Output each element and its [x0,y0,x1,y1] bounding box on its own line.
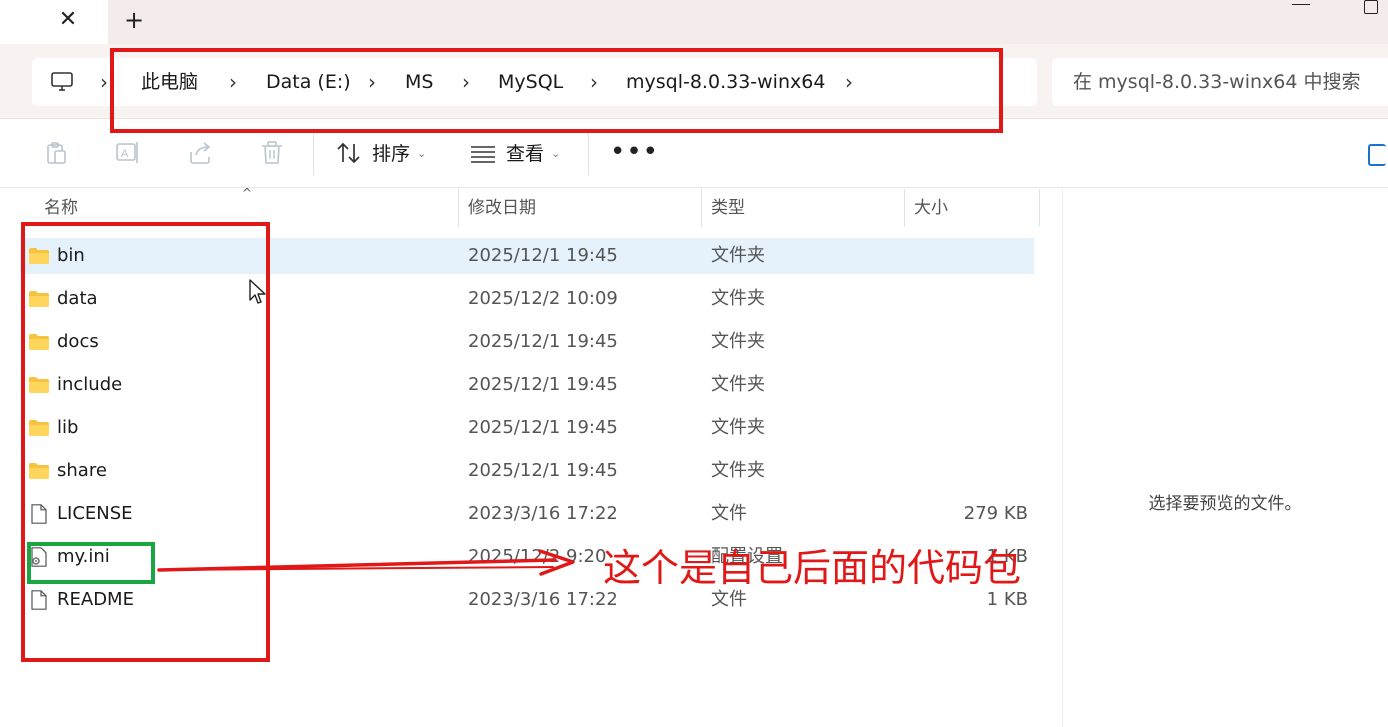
file-size [903,410,1028,446]
column-header-name[interactable]: 名称 [44,196,78,220]
column-divider[interactable] [1039,189,1040,227]
file-type: 文件夹 [711,288,765,309]
view-button[interactable]: 查看 [506,141,544,167]
more-options-button[interactable]: ••• [610,139,658,169]
sort-chevron-down-icon[interactable]: ⌄ [417,141,426,167]
explorer-tab[interactable] [0,0,108,44]
svg-text:A: A [121,148,129,160]
annotation-box-my-ini [27,542,155,584]
file-date: 2023/3/16 17:22 [468,503,618,524]
file-size [903,324,1028,360]
view-chevron-down-icon[interactable]: ⌄ [551,141,560,167]
toolbar-divider [313,133,314,175]
file-size [903,238,1028,274]
file-date: 2023/3/16 17:22 [468,589,618,610]
file-size [903,281,1028,317]
column-divider[interactable] [701,189,702,227]
annotation-box-address [110,48,1003,133]
share-icon[interactable] [187,140,213,166]
sort-ascending-icon: ^ [242,186,253,200]
file-size: 279 KB [963,503,1028,524]
minimize-icon[interactable] [1292,4,1310,9]
file-type: 文件夹 [711,374,765,395]
preview-pane [1062,188,1388,727]
delete-icon[interactable] [259,140,285,166]
file-type: 文件夹 [711,331,765,352]
maximize-icon[interactable] [1364,0,1378,14]
new-tab-icon[interactable]: + [122,8,146,32]
file-date: 2025/12/1 19:45 [468,245,618,266]
mouse-cursor-icon [249,279,266,304]
file-size [903,453,1028,489]
search-input[interactable] [1073,67,1388,97]
column-divider[interactable] [904,189,905,227]
file-date: 2025/12/1 19:45 [468,417,618,438]
file-type: 文件夹 [711,245,765,266]
column-divider[interactable] [458,189,459,227]
paste-icon[interactable] [43,140,69,166]
column-header-size[interactable]: 大小 [914,196,948,220]
preview-empty-text: 选择要预览的文件。 [1148,494,1302,514]
sort-icon[interactable] [336,140,362,166]
sort-button[interactable]: 排序 [372,141,410,167]
file-date: 2025/12/1 19:45 [468,331,618,352]
tab-close-icon[interactable]: ✕ [56,8,80,32]
file-date: 2025/12/1 19:45 [468,460,618,481]
file-date: 2025/12/1 19:45 [468,374,618,395]
column-header-type[interactable]: 类型 [711,196,745,220]
details-pane-icon[interactable] [1368,144,1386,166]
annotation-arrow [157,549,575,576]
toolbar-divider [588,133,589,175]
file-type: 文件夹 [711,417,765,438]
tab-strip [0,0,1388,44]
file-date: 2025/12/2 10:09 [468,288,618,309]
annotation-box-file-list [21,222,270,662]
rename-icon[interactable]: A [115,140,141,166]
view-icon[interactable] [470,140,496,166]
annotation-text: 这个是自己后面的代码包 [603,546,1022,590]
computer-icon[interactable] [50,70,74,94]
file-type: 文件夹 [711,460,765,481]
file-type: 文件 [711,503,747,524]
file-size [903,367,1028,403]
column-header-date[interactable]: 修改日期 [468,196,536,220]
